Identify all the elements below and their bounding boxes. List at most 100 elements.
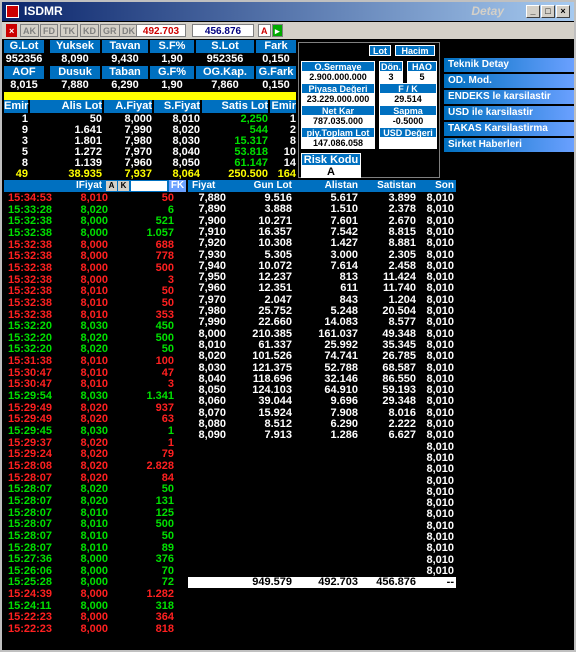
tape-row[interactable]: 15:24:11 8,000 318: [4, 600, 186, 612]
grid-row[interactable]: 7,920 10.308 1.427 8.881 8,010: [188, 238, 456, 249]
tape-row[interactable]: 15:32:38 8,010 50: [4, 286, 186, 297]
menu-item[interactable]: OD. Mod.: [444, 74, 574, 88]
grid-row[interactable]: 8,010: [188, 532, 456, 543]
tape-row[interactable]: 15:24:39 8,000 1.282: [4, 589, 186, 600]
grid-header-cell[interactable]: Son: [416, 180, 454, 192]
grid-row[interactable]: 8,090 7.913 1.286 6.627 8,010: [188, 430, 456, 441]
menu-item[interactable]: USD ile karsilastir: [444, 106, 574, 120]
tape-row[interactable]: 15:28:07 8,020 84: [4, 472, 186, 484]
tb-btn-tk[interactable]: TK: [60, 24, 78, 37]
tape-filter-a[interactable]: A: [106, 181, 117, 191]
grid-cell: 8,010: [426, 508, 454, 521]
tape-row[interactable]: 15:32:38 8,000 3: [4, 274, 186, 286]
title-bar[interactable]: ISDMR Detay _ □ ×: [2, 2, 574, 21]
tape-row[interactable]: 15:32:38 8,000 521: [4, 216, 186, 227]
tape-lot: 50: [161, 296, 174, 309]
tape-row[interactable]: 15:29:45 8,030 1: [4, 426, 186, 437]
grid-row[interactable]: 7,990 22.660 14.083 8.577 8,010: [188, 317, 456, 328]
tape-row[interactable]: 15:28:07 8,010 50: [4, 530, 186, 542]
tape-row[interactable]: 15:32:38 8,000 778: [4, 251, 186, 262]
tape-row[interactable]: 15:32:38 8,010 50: [4, 296, 186, 309]
tape-row[interactable]: 15:28:07 8,020 50: [4, 484, 186, 495]
menu-item[interactable]: Teknik Detay: [444, 58, 574, 72]
grid-row[interactable]: 8,010: [188, 520, 456, 532]
tape-row[interactable]: 15:31:38 8,010 100: [4, 356, 186, 367]
tape-row[interactable]: 15:32:38 8,000 688: [4, 239, 186, 251]
grid-row[interactable]: 7,900 10.271 7.601 2.670 8,010: [188, 214, 456, 227]
close-icon[interactable]: ×: [556, 5, 570, 18]
grid-header-cell[interactable]: Satistan: [358, 180, 416, 192]
grid-cell: 3.888: [264, 203, 292, 216]
tape-row[interactable]: 15:32:38 8,000 1.057: [4, 227, 186, 239]
tape-header-price[interactable]: IFiyat: [76, 180, 102, 192]
menu-item[interactable]: TAKAS Karsilastirma: [444, 122, 574, 136]
tape-row[interactable]: 15:30:47 8,010 47: [4, 367, 186, 379]
tape-row[interactable]: 15:29:24 8,020 79: [4, 449, 186, 460]
grid-row[interactable]: 8,010: [188, 452, 456, 464]
grid-row[interactable]: 8,000 210.385 161.037 49.348 8,010: [188, 328, 456, 340]
tape-row[interactable]: 15:29:37 8,020 1: [4, 437, 186, 449]
grid-row[interactable]: 8,010: [188, 498, 456, 509]
tb-btn-kd[interactable]: KD: [80, 24, 99, 37]
usd-label[interactable]: USD Değeri: [379, 127, 437, 138]
tape-filter-input[interactable]: [131, 181, 167, 191]
lot-button[interactable]: Lot: [369, 45, 391, 56]
grid-cell: 7,900: [198, 214, 226, 227]
grid-row[interactable]: 8,010: [188, 464, 456, 475]
grid-row[interactable]: 8,030 121.375 52.788 68.587 8,010: [188, 362, 456, 374]
grid-header-cell[interactable]: Alistan: [292, 180, 358, 192]
tape-row[interactable]: 15:28:07 8,010 89: [4, 542, 186, 554]
tape-header-fk[interactable]: FK: [169, 180, 186, 192]
grid-row[interactable]: 8,010: [188, 475, 456, 487]
a-button[interactable]: A: [258, 24, 271, 37]
tape-row[interactable]: 15:26:06 8,000 70: [4, 565, 186, 577]
tape-row[interactable]: 15:28:07 8,010 125: [4, 507, 186, 519]
tape-row[interactable]: 15:32:20 8,020 50: [4, 344, 186, 355]
tape-row[interactable]: 15:30:47 8,010 3: [4, 379, 186, 390]
arrow-icon[interactable]: ▸: [272, 24, 283, 37]
grid-row[interactable]: 8,020 101.526 74.741 26.785 8,010: [188, 351, 456, 362]
tb-btn-gr[interactable]: GR: [100, 24, 120, 37]
maximize-icon[interactable]: □: [541, 5, 555, 18]
menu-item[interactable]: Sirket Haberleri: [444, 138, 574, 152]
tape-row[interactable]: 15:28:08 8,020 2.828: [4, 460, 186, 472]
tape-row[interactable]: 15:25:28 8,000 72: [4, 577, 186, 588]
tape-row[interactable]: 15:29:49 8,020 63: [4, 414, 186, 425]
tape-row[interactable]: 15:28:07 8,020 131: [4, 495, 186, 507]
sermaye-label: O.Sermaye: [301, 61, 375, 72]
hacim-button[interactable]: Hacim: [395, 45, 435, 56]
grid-row[interactable]: 7,930 5.305 3.000 2.305 8,010: [188, 248, 456, 261]
tape-row[interactable]: 15:32:38 8,000 500: [4, 262, 186, 274]
grid-header-cell[interactable]: Fiyat: [188, 180, 226, 192]
tape-row[interactable]: 15:34:53 8,010 50: [4, 193, 186, 204]
tape-row[interactable]: 15:29:54 8,030 1.341: [4, 391, 186, 402]
tape-row[interactable]: 15:32:20 8,020 500: [4, 332, 186, 344]
tape-row[interactable]: 15:22:23 8,000 364: [4, 612, 186, 623]
grid-cell: 3.000: [330, 248, 358, 261]
tape-row[interactable]: 15:32:20 8,030 450: [4, 321, 186, 332]
tape-time: 15:31:38: [8, 355, 53, 368]
grid-row[interactable]: 8,010: [188, 543, 456, 554]
grid-row[interactable]: 8,010: [188, 509, 456, 520]
grid-row[interactable]: 8,060 39.044 9.696 29.348 8,010: [188, 396, 456, 407]
tb-btn-ak[interactable]: AK: [20, 24, 39, 37]
grid-row[interactable]: 8,010: [188, 554, 456, 566]
grid-header-cell[interactable]: Gun Lot: [226, 180, 292, 192]
hao-value: 5: [407, 72, 437, 83]
tape-time: 15:32:38: [8, 215, 53, 228]
tape-filter-k[interactable]: K: [118, 181, 129, 191]
tape-row[interactable]: 15:29:49 8,020 937: [4, 402, 186, 414]
tape-row[interactable]: 15:27:36 8,000 376: [4, 554, 186, 565]
grid-row[interactable]: 7,890 3.888 1.510 2.378 8,010: [188, 204, 456, 215]
tape-row[interactable]: 15:33:28 8,020 6: [4, 204, 186, 216]
grid-row[interactable]: 8,010: [188, 441, 456, 453]
tape-row[interactable]: 15:32:38 8,010 353: [4, 309, 186, 321]
minimize-icon[interactable]: _: [526, 5, 540, 18]
tb-btn-fd[interactable]: FD: [40, 24, 58, 37]
grid-row[interactable]: 8,010: [188, 486, 456, 498]
grid-row[interactable]: 7,960 12.351 611 11.740 8,010: [188, 283, 456, 294]
close-panel-icon[interactable]: ×: [6, 24, 18, 37]
tape-row[interactable]: 15:28:07 8,010 500: [4, 519, 186, 530]
menu-item[interactable]: ENDEKS le karsilastir: [444, 90, 574, 104]
tape-row[interactable]: 15:22:23 8,000 818: [4, 624, 186, 635]
